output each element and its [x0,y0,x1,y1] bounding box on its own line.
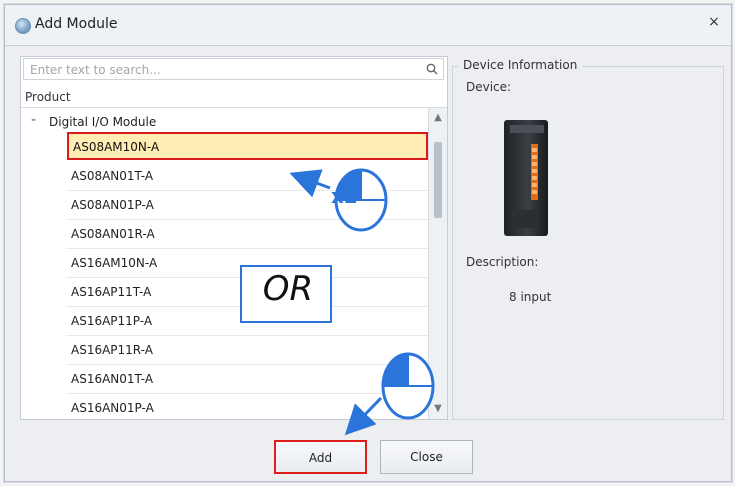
add-button[interactable]: Add [274,440,367,474]
product-item-label: AS08AN01P-A [71,198,154,212]
product-item-label: AS16AN01T-A [71,372,154,386]
group-label: Digital I/O Module [49,115,157,129]
product-item-label: AS16AP11T-A [71,285,152,299]
group-row-digital-io[interactable]: - Digital I/O Module [21,110,429,132]
vertical-scrollbar[interactable]: ▲ ▼ [428,108,447,419]
device-label: Device: [466,80,512,94]
search-field[interactable] [23,58,444,80]
description-label: Description: [466,255,539,269]
product-item-label: AS08AM10N-A [73,140,160,154]
search-icon[interactable] [425,62,439,76]
product-item[interactable]: AS08AN01T-A [66,161,429,191]
device-information-panel [452,66,724,420]
collapse-toggle[interactable]: - [31,112,41,128]
product-column-header[interactable]: Product [21,85,447,108]
product-item[interactable]: AS16AN01T-A [66,364,429,394]
search-input[interactable] [28,60,422,80]
product-item[interactable]: AS08AN01P-A [66,190,429,220]
scroll-up-icon[interactable]: ▲ [433,113,443,123]
device-information-title: Device Information [458,58,583,72]
or-text: OR [262,269,314,309]
or-annotation: OR [240,265,332,323]
product-item[interactable]: AS16AP11R-A [66,335,429,365]
product-item-label: AS16AP11R-A [71,343,153,357]
product-items: AS08AM10N-A AS08AN01T-A AS08AN01P-A AS08… [21,132,429,419]
dialog-icon [15,18,31,34]
product-item-label: AS16AN01P-A [71,401,154,415]
product-item-selected[interactable]: AS08AM10N-A [67,132,428,160]
window-title: Add Module [35,16,118,32]
product-item-label: AS16AM10N-A [71,256,158,270]
product-tree: - Digital I/O Module AS08AM10N-A AS08AN0… [21,108,447,419]
close-icon[interactable]: × [707,15,721,29]
title-bar: Add Module × [5,5,731,46]
scroll-thumb[interactable] [434,142,442,218]
product-item-label: AS08AN01R-A [71,227,155,241]
description-value: 8 input [509,290,552,304]
product-item-label: AS08AN01T-A [71,169,154,183]
product-item[interactable]: AS16AN01P-A [66,393,429,419]
product-header-label: Product [25,90,71,104]
product-item-label: AS16AP11P-A [71,314,153,328]
product-item[interactable]: AS08AN01R-A [66,219,429,249]
module-image [504,120,548,236]
close-button[interactable]: Close [380,440,473,474]
product-list-panel: Product - Digital I/O Module AS08AM10N-A… [20,56,448,420]
scroll-down-icon[interactable]: ▼ [433,404,443,414]
